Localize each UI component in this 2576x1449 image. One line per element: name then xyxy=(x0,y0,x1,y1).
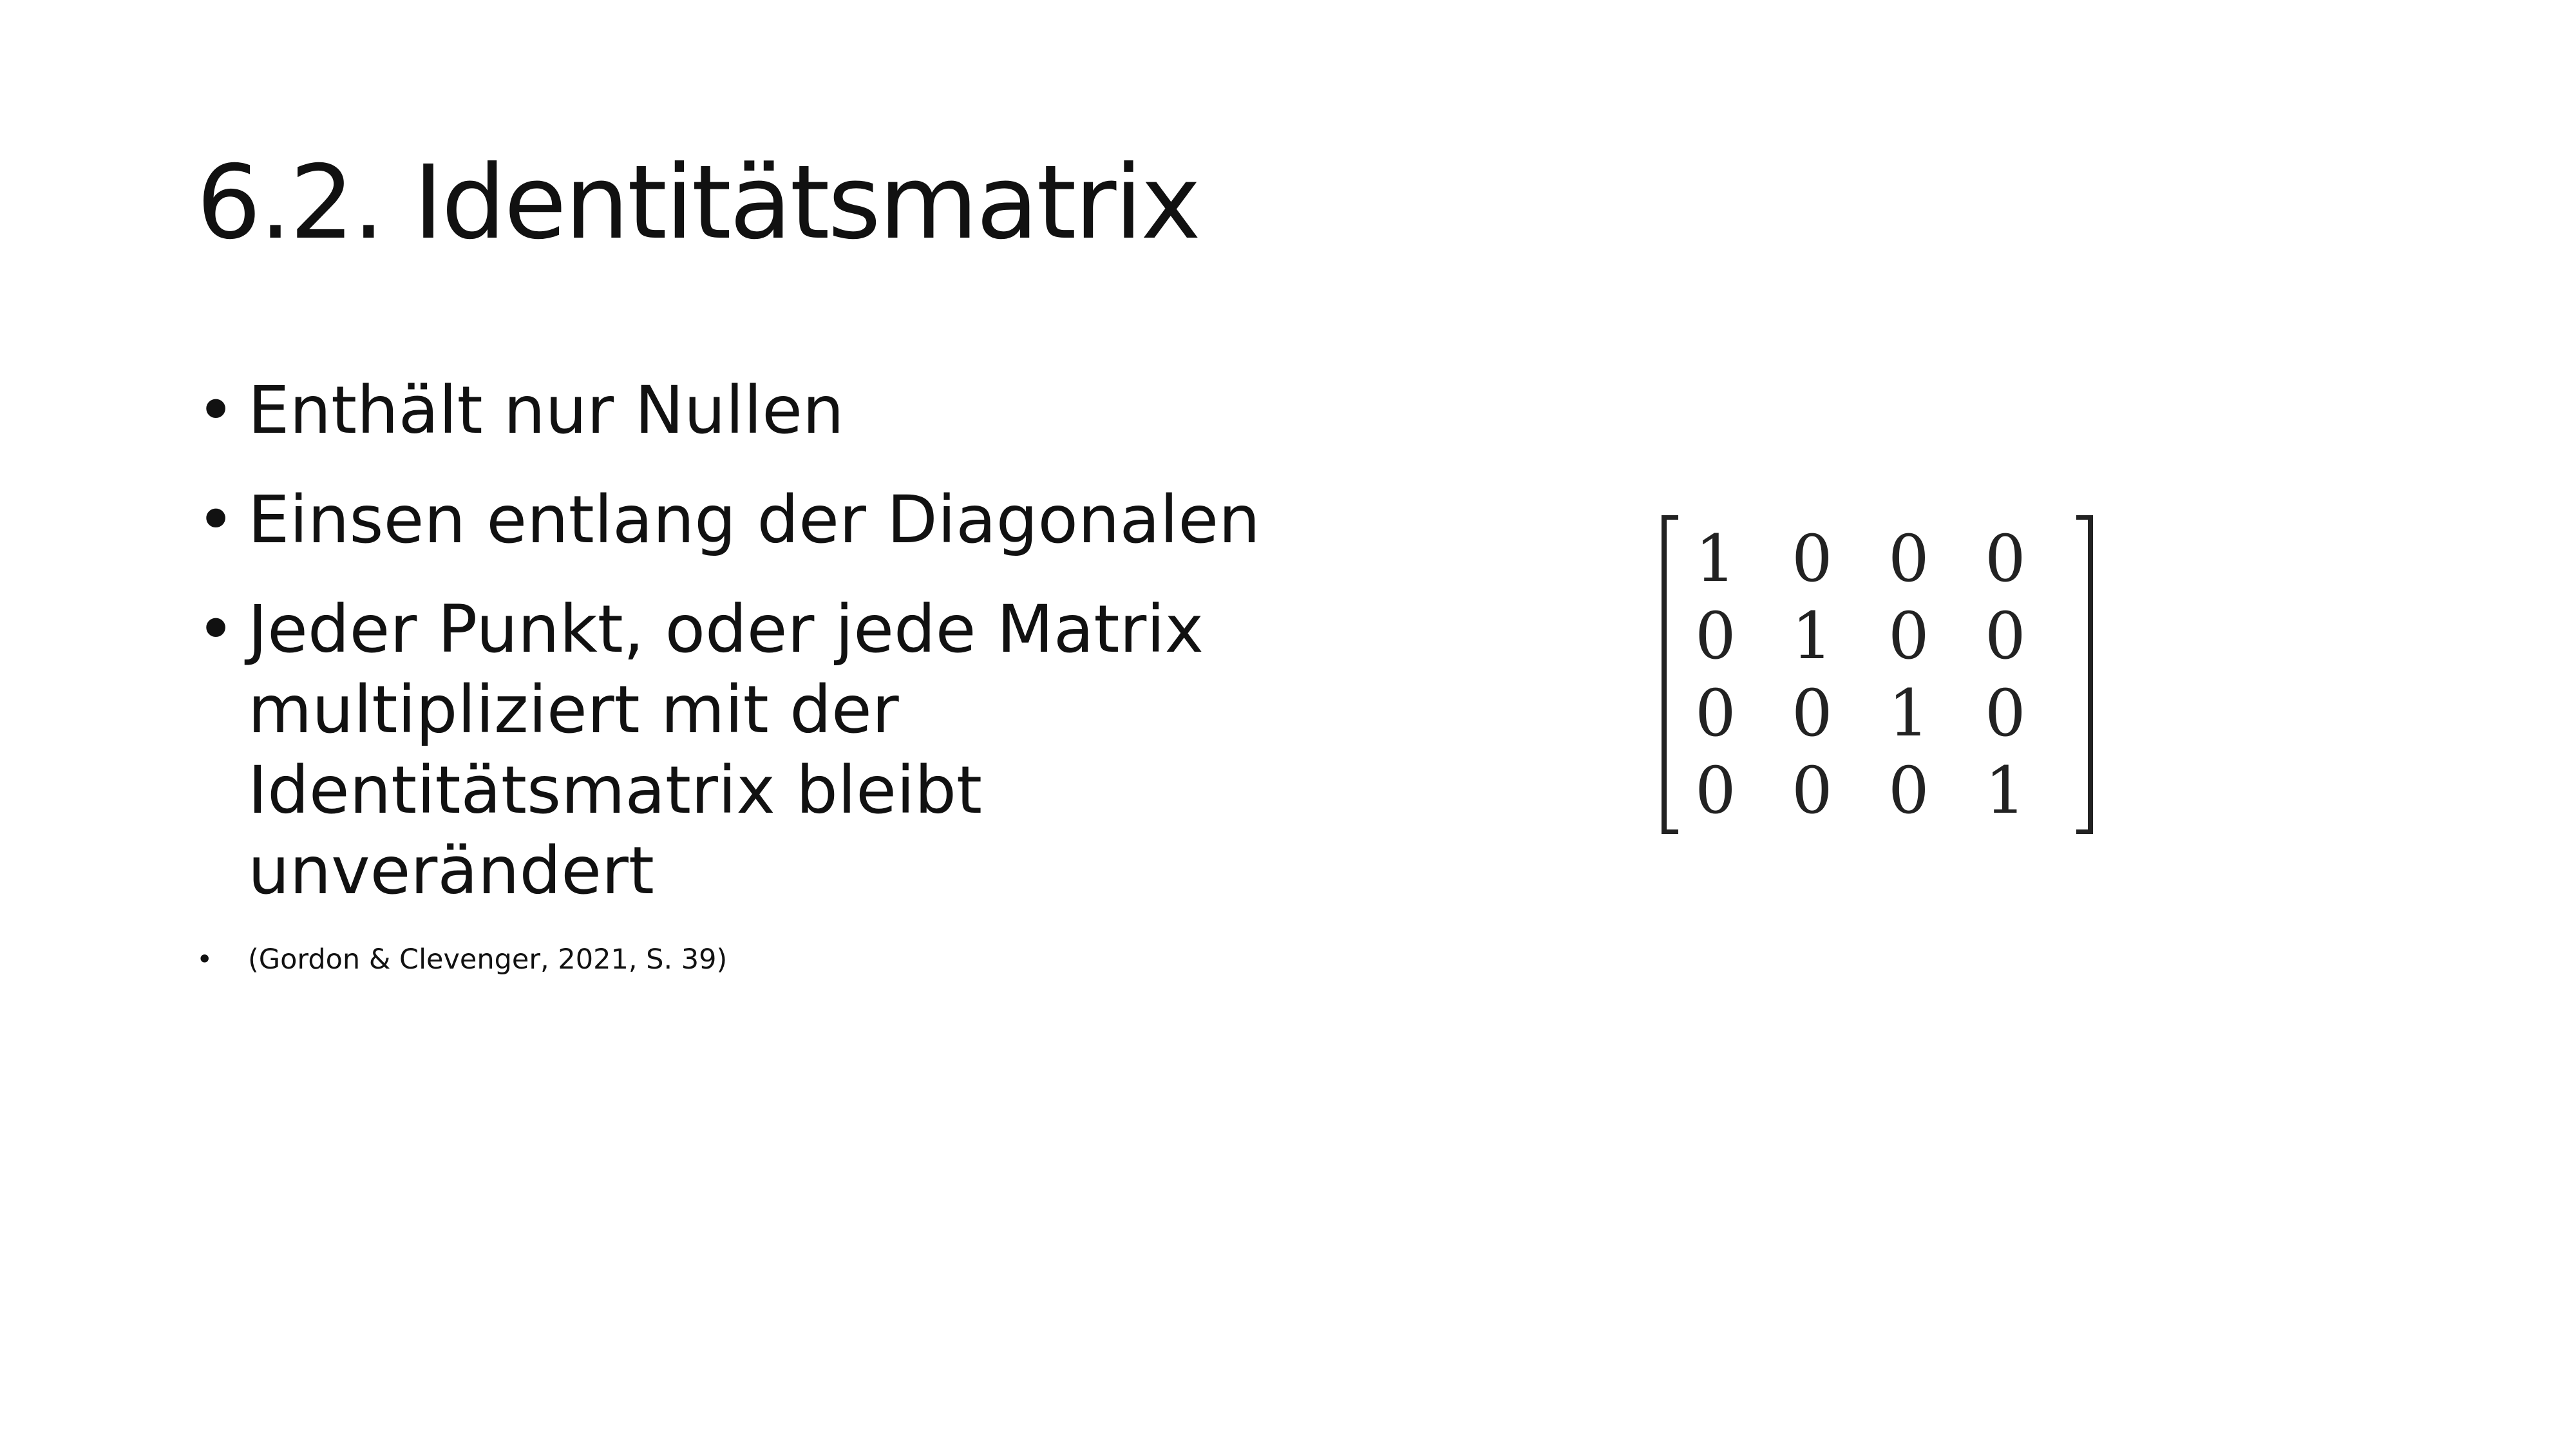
matrix-cell: 0 xyxy=(1888,598,1929,674)
matrix-cell: 0 xyxy=(1985,521,2026,596)
citation-text: (Gordon & Clevenger, 2021, S. 39) xyxy=(248,943,728,976)
bullet-marker: • xyxy=(196,591,236,668)
matrix-cell: 0 xyxy=(1695,598,1736,674)
bullet-text: Einsen entlang der Diagonalen xyxy=(248,482,1260,558)
bullet-text: Enthält nur Nullen xyxy=(248,372,844,449)
matrix-cell: 0 xyxy=(1888,753,1929,828)
bullet-marker: • xyxy=(196,943,213,976)
matrix-right-bracket xyxy=(2076,515,2093,834)
matrix-cell: 0 xyxy=(1792,676,1833,751)
bullet-item: • Jeder Punkt, oder jede Matrix multipli… xyxy=(196,589,1291,911)
slide-title: 6.2. Identitätsmatrix xyxy=(196,144,1201,262)
matrix-cell: 1 xyxy=(1792,598,1833,674)
matrix-left-bracket xyxy=(1662,515,1678,834)
bullet-item: • Enthält nur Nullen xyxy=(196,370,1291,451)
slide: 6.2. Identitätsmatrix • Enthält nur Null… xyxy=(0,0,2576,1449)
matrix-cell: 1 xyxy=(1695,521,1736,596)
identity-matrix: 1 0 0 0 0 1 0 0 0 0 1 0 0 0 0 1 xyxy=(1662,515,2093,834)
matrix-cell: 0 xyxy=(1985,598,2026,674)
bullet-marker: • xyxy=(196,482,236,558)
matrix-cell: 0 xyxy=(1695,676,1736,751)
matrix-grid: 1 0 0 0 0 1 0 0 0 0 1 0 0 0 0 1 xyxy=(1689,520,2075,829)
citation-item: • (Gordon & Clevenger, 2021, S. 39) xyxy=(196,940,1291,979)
bullet-marker: • xyxy=(196,372,236,449)
matrix-cell: 0 xyxy=(1888,521,1929,596)
bullet-list: • Enthält nur Nullen • Einsen entlang de… xyxy=(196,370,1291,1008)
matrix-cell: 1 xyxy=(1888,676,1929,751)
matrix-cell: 0 xyxy=(1695,753,1736,828)
matrix-cell: 0 xyxy=(1792,753,1833,828)
bullet-item: • Einsen entlang der Diagonalen xyxy=(196,480,1291,560)
matrix-cell: 0 xyxy=(1985,676,2026,751)
bullet-text: Jeder Punkt, oder jede Matrix multiplizi… xyxy=(248,591,1204,909)
matrix-cell: 0 xyxy=(1792,521,1833,596)
matrix-cell: 1 xyxy=(1985,753,2026,828)
